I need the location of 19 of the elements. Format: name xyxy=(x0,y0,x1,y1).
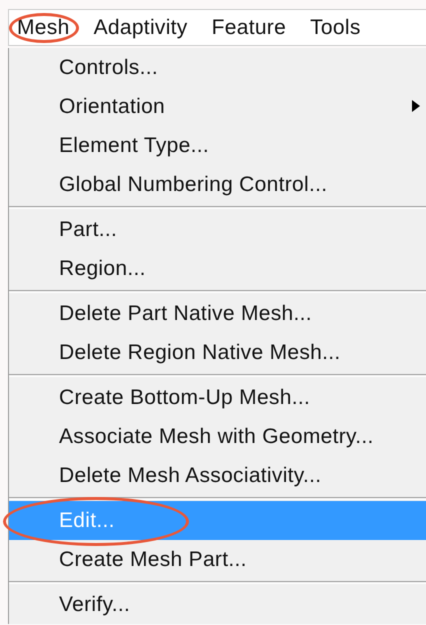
highlight-oval xyxy=(9,12,79,42)
menu-title[interactable]: Feature xyxy=(208,12,290,42)
menu-title[interactable]: Tools xyxy=(306,12,365,42)
menu-item[interactable]: Controls... xyxy=(9,48,426,87)
menu-item[interactable]: Part... xyxy=(9,210,426,249)
menu-item[interactable]: Delete Part Native Mesh... xyxy=(9,294,426,333)
menu-title[interactable]: Mesh xyxy=(13,12,74,42)
menu-item[interactable]: Create Bottom-Up Mesh... xyxy=(9,378,426,417)
menu-item[interactable]: Element Type... xyxy=(9,126,426,165)
menu-item[interactable]: Region... xyxy=(9,249,426,288)
menu-item[interactable]: Orientation xyxy=(9,87,426,126)
menu-item[interactable]: Global Numbering Control... xyxy=(9,165,426,204)
menu-title[interactable]: Adaptivity xyxy=(90,12,192,42)
menu-item[interactable]: Verify... xyxy=(9,585,426,624)
menu-item[interactable]: Create Mesh Part... xyxy=(9,540,426,579)
menu-item[interactable]: Delete Region Native Mesh... xyxy=(9,333,426,372)
menu-item[interactable]: Delete Mesh Associativity... xyxy=(9,456,426,495)
submenu-arrow-icon xyxy=(412,100,420,112)
menu-item[interactable]: Associate Mesh with Geometry... xyxy=(9,417,426,456)
